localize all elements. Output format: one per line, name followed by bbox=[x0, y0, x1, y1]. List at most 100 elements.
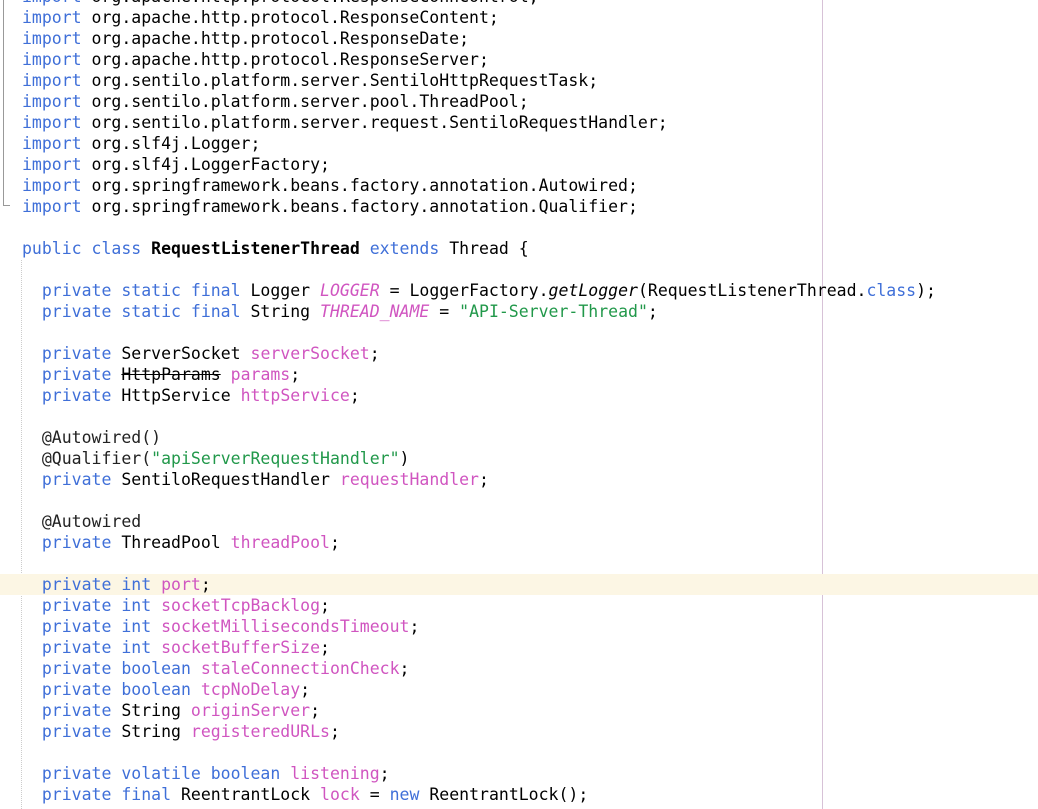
blank-line[interactable] bbox=[0, 259, 1038, 280]
code-token: new bbox=[389, 785, 420, 804]
code-token: ; bbox=[479, 470, 489, 489]
code-line[interactable]: private static final Logger LOGGER = Log… bbox=[0, 280, 1038, 301]
code-token: private int bbox=[41, 575, 152, 594]
code-line[interactable]: import org.sentilo.platform.server.reque… bbox=[0, 112, 1038, 133]
code-line[interactable]: private String registeredURLs; bbox=[0, 721, 1038, 742]
code-token: threadPool bbox=[230, 533, 330, 552]
code-token: Logger bbox=[250, 281, 311, 300]
code-line[interactable]: import org.sentilo.platform.server.pool.… bbox=[0, 91, 1038, 112]
code-line[interactable]: private ServerSocket serverSocket; bbox=[0, 343, 1038, 364]
code-token: = LoggerFactory. bbox=[389, 281, 549, 300]
code-token: ReentrantLock bbox=[180, 785, 311, 804]
code-token: private bbox=[41, 365, 112, 384]
code-line[interactable]: import org.apache.http.protocol.Response… bbox=[0, 49, 1038, 70]
code-token: ; bbox=[399, 659, 410, 678]
code-line[interactable]: private HttpService httpService; bbox=[0, 385, 1038, 406]
blank-line[interactable] bbox=[0, 322, 1038, 343]
code-token: org.apache.http.protocol.ResponseConnCon… bbox=[92, 0, 539, 6]
blank-line[interactable] bbox=[0, 742, 1038, 763]
blank-line[interactable] bbox=[0, 490, 1038, 511]
code-token: private static final bbox=[41, 281, 241, 300]
code-token: lock bbox=[320, 785, 360, 804]
code-token: org.sentilo.platform.server.request.Sent… bbox=[91, 113, 668, 132]
code-token: org.sentilo.platform.server.SentiloHttpR… bbox=[91, 71, 599, 90]
code-line[interactable]: import org.slf4j.LoggerFactory; bbox=[0, 154, 1038, 175]
code-token: ; bbox=[310, 701, 321, 720]
code-line[interactable]: private final ReentrantLock lock = new R… bbox=[0, 784, 1038, 805]
code-line[interactable]: import org.apache.http.protocol.Response… bbox=[0, 7, 1038, 28]
code-token: org.sentilo.platform.server.pool.ThreadP… bbox=[91, 92, 529, 111]
code-line[interactable]: import org.apache.http.protocol.Response… bbox=[0, 28, 1038, 49]
code-token: private static final bbox=[41, 302, 241, 321]
code-token: port bbox=[161, 575, 201, 594]
code-line[interactable]: public class RequestListenerThread exten… bbox=[0, 238, 1038, 259]
code-line[interactable]: private int socketMillisecondsTimeout; bbox=[0, 616, 1038, 637]
code-line[interactable]: private String originServer; bbox=[0, 700, 1038, 721]
blank-line[interactable] bbox=[0, 217, 1038, 238]
code-line[interactable]: private HttpParams params; bbox=[0, 364, 1038, 385]
code-line[interactable]: private boolean staleConnectionCheck; bbox=[0, 658, 1038, 679]
code-token: import bbox=[22, 92, 82, 111]
code-line[interactable]: import org.springframework.beans.factory… bbox=[0, 175, 1038, 196]
code-line[interactable]: private int socketBufferSize; bbox=[0, 637, 1038, 658]
blank-line[interactable] bbox=[0, 553, 1038, 574]
code-line[interactable]: private boolean tcpNoDelay; bbox=[0, 679, 1038, 700]
code-token: = bbox=[369, 785, 380, 804]
code-line[interactable]: private SentiloRequestHandler requestHan… bbox=[0, 469, 1038, 490]
code-token: socketTcpBacklog bbox=[161, 596, 321, 615]
code-token: import bbox=[22, 71, 82, 90]
code-token: ServerSocket bbox=[121, 344, 241, 363]
code-line[interactable]: import org.sentilo.platform.server.Senti… bbox=[0, 70, 1038, 91]
code-token: org.apache.http.protocol.ResponseServer; bbox=[91, 50, 489, 69]
code-token: ; bbox=[320, 638, 330, 657]
code-token: RequestListenerThread bbox=[151, 239, 360, 258]
code-token: import bbox=[22, 134, 82, 153]
code-token: requestHandler bbox=[339, 470, 479, 489]
code-line[interactable]: @Autowired() bbox=[0, 427, 1038, 448]
code-line[interactable]: private ThreadPool threadPool; bbox=[0, 532, 1038, 553]
code-line[interactable]: private volatile boolean listening; bbox=[0, 763, 1038, 784]
code-token: listening bbox=[290, 764, 380, 783]
code-token: private bbox=[41, 386, 112, 405]
code-token: String bbox=[121, 722, 181, 741]
code-line[interactable]: import org.springframework.beans.factory… bbox=[0, 196, 1038, 217]
code-token: staleConnectionCheck bbox=[200, 659, 400, 678]
code-token: private bbox=[41, 701, 112, 720]
code-token: private int bbox=[41, 638, 152, 657]
code-token: "apiServerRequestHandler" bbox=[151, 449, 400, 468]
code-line[interactable]: import org.slf4j.Logger; bbox=[0, 133, 1038, 154]
code-token: THREAD_NAME bbox=[320, 302, 430, 321]
code-token: socketMillisecondsTimeout bbox=[161, 617, 410, 636]
code-line[interactable]: @Autowired bbox=[0, 511, 1038, 532]
blank-line[interactable] bbox=[0, 406, 1038, 427]
code-token: private volatile boolean bbox=[41, 764, 281, 783]
code-line[interactable]: private static final String THREAD_NAME … bbox=[0, 301, 1038, 322]
code-token: tcpNoDelay bbox=[200, 680, 301, 699]
code-token: originServer bbox=[190, 701, 311, 720]
code-token: org.slf4j.Logger; bbox=[91, 134, 261, 153]
code-line[interactable]: private int port; bbox=[0, 574, 1038, 595]
code-line[interactable]: @Qualifier("apiServerRequestHandler") bbox=[0, 448, 1038, 469]
code-token: httpService bbox=[240, 386, 350, 405]
code-token: HttpParams bbox=[121, 365, 221, 384]
code-editor[interactable]: import org.apache.http.protocol.Response… bbox=[0, 0, 1038, 805]
code-token: LOGGER bbox=[320, 281, 380, 300]
code-token: private bbox=[41, 344, 112, 363]
code-line[interactable]: private int socketTcpBacklog; bbox=[0, 595, 1038, 616]
code-token: ) bbox=[399, 449, 410, 468]
code-token: private boolean bbox=[41, 659, 191, 678]
code-token: String bbox=[250, 302, 311, 321]
code-line[interactable]: import org.apache.http.protocol.Response… bbox=[0, 0, 1038, 7]
code-token: import bbox=[22, 8, 82, 27]
code-token: ; bbox=[349, 386, 360, 405]
